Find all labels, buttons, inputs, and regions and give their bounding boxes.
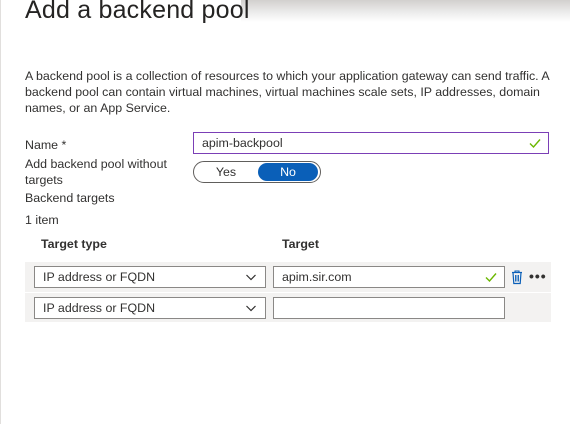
target-type-value: IP address or FQDN — [43, 301, 156, 315]
add-backend-pool-panel: Add a backend pool A backend pool is a c… — [0, 0, 570, 424]
backend-targets-label: Backend targets — [25, 191, 115, 205]
target-header: Target — [282, 237, 319, 251]
header-shadow — [241, 0, 570, 22]
target-type-header: Target type — [41, 237, 107, 251]
name-label: Name * — [25, 138, 67, 152]
checkmark-icon — [529, 139, 541, 149]
name-input[interactable]: apim-backpool — [193, 132, 549, 154]
checkmark-icon — [485, 273, 497, 283]
name-input-value: apim-backpool — [202, 136, 283, 150]
target-input[interactable] — [273, 297, 505, 319]
without-targets-toggle[interactable]: Yes No — [193, 161, 321, 183]
target-type-select[interactable]: IP address or FQDN — [34, 266, 266, 288]
page-description: A backend pool is a collection of resour… — [25, 69, 549, 115]
toggle-option-yes[interactable]: Yes — [194, 162, 258, 182]
item-count: 1 item — [25, 213, 59, 227]
target-value: apim.sir.com — [282, 270, 352, 284]
target-type-value: IP address or FQDN — [43, 270, 156, 284]
chevron-down-icon — [246, 274, 256, 281]
toggle-option-no[interactable]: No — [258, 163, 318, 181]
target-input[interactable]: apim.sir.com — [273, 266, 505, 288]
without-targets-label: Add backend pool without targets — [25, 157, 167, 187]
page-title: Add a backend pool — [25, 0, 250, 24]
trash-icon[interactable] — [510, 269, 524, 285]
more-icon[interactable]: ••• — [529, 268, 547, 284]
chevron-down-icon — [246, 305, 256, 312]
target-type-select[interactable]: IP address or FQDN — [34, 297, 266, 319]
